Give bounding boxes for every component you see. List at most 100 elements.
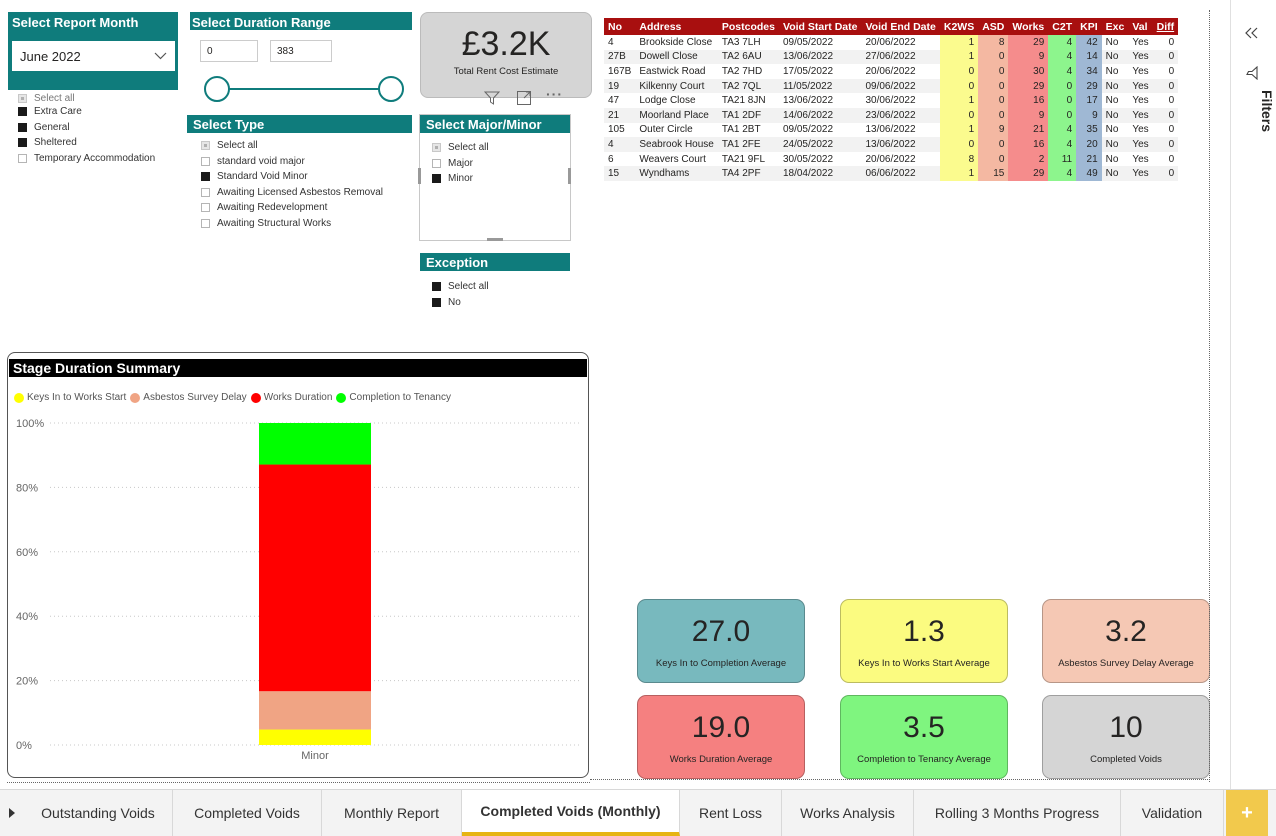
resize-handle-right[interactable] — [568, 168, 571, 184]
cell-kpi: 49 — [1076, 166, 1102, 181]
tab-rolling-3-months[interactable]: Rolling 3 Months Progress — [914, 790, 1121, 836]
bar-segment-keys-in-to-works-start[interactable] — [259, 729, 371, 745]
tab-validation[interactable]: Validation — [1121, 790, 1224, 836]
type-select-all[interactable]: Select all — [201, 138, 383, 154]
tab-rent-loss[interactable]: Rent Loss — [680, 790, 782, 836]
column-header[interactable]: Val — [1128, 18, 1153, 35]
table-row[interactable]: 6 Weavers Court TA21 9FL 30/05/2022 20/06/20… — [604, 151, 1178, 167]
cell-postcode: TA21 9FL — [721, 153, 766, 165]
cell-works: 9 — [1008, 49, 1049, 65]
more-options-icon[interactable]: ··· — [546, 86, 563, 102]
column-header[interactable]: KPI — [1076, 18, 1102, 35]
type-awaiting-redevelopment[interactable]: Awaiting Redevelopment — [201, 200, 383, 216]
checkbox — [432, 282, 441, 292]
filters-label[interactable]: Filters — [1235, 90, 1275, 150]
type-standard-void-minor[interactable]: Standard Void Minor — [201, 169, 383, 185]
checkbox — [432, 297, 441, 307]
focus-mode-icon[interactable] — [516, 90, 532, 106]
table-row[interactable]: 47 Lodge Close TA21 8JN 13/06/2022 30/06/202… — [604, 93, 1178, 108]
column-header[interactable]: Void End Date — [861, 18, 940, 35]
major-option[interactable]: Major — [432, 156, 489, 172]
table-row[interactable]: 105 Outer Circle TA1 2BT 09/05/2022 13/06/20… — [604, 122, 1178, 138]
cell-k2ws: 0 — [939, 64, 979, 79]
type-awaiting-asbestos-removal[interactable]: Awaiting Licensed Asbestos Removal — [201, 185, 383, 201]
works-duration-card[interactable]: 19.0 Works Duration Average — [637, 695, 805, 779]
bar-segment-works-duration[interactable] — [259, 464, 371, 692]
resize-handle-left[interactable] — [418, 168, 421, 184]
table-row[interactable]: 167B Eastwick Road TA2 7HD 17/05/2022 20/06/… — [604, 64, 1178, 79]
column-header[interactable]: Address — [635, 18, 718, 35]
table-row[interactable]: 15 Wyndhams TA4 2PF 18/04/2022 06/06/2022 1 15… — [604, 166, 1179, 181]
major-minor-select-all[interactable]: Select all — [432, 140, 489, 156]
duration-slider-min-handle[interactable] — [204, 76, 230, 102]
canvas-boundary-right — [1209, 10, 1210, 782]
completion-to-tenancy-card[interactable]: 3.5 Completion to Tenancy Average — [840, 695, 1008, 779]
double-chevron-left-icon[interactable] — [1245, 26, 1259, 40]
cell-val: Yes — [1128, 137, 1153, 152]
cell-asd: 0 — [978, 78, 1009, 94]
cell-kpi: 14 — [1076, 49, 1102, 65]
add-page-button[interactable]: + — [1226, 790, 1268, 836]
cell-val: Yes — [1128, 49, 1153, 65]
stage-duration-chart[interactable]: Stage Duration Summary Keys In to Works … — [7, 352, 589, 778]
tab-completed-voids-monthly[interactable]: Completed Voids (Monthly) — [462, 790, 680, 836]
duration-max-input[interactable]: 383 — [270, 40, 332, 62]
tab-completed-voids[interactable]: Completed Voids — [173, 790, 322, 836]
column-header[interactable]: Works — [1008, 18, 1049, 35]
column-header[interactable]: Exc — [1101, 18, 1129, 35]
exception-no[interactable]: No — [432, 295, 489, 311]
table-row[interactable]: 4 Brookside Close TA3 7LH 09/05/2022 20/06/2… — [604, 35, 1178, 50]
page-nav-arrow[interactable] — [0, 790, 24, 836]
type-standard-void-major[interactable]: standard void major — [201, 154, 383, 170]
column-header[interactable]: ASD — [978, 18, 1009, 35]
tab-outstanding-voids[interactable]: Outstanding Voids — [24, 790, 173, 836]
duration-slider-max-handle[interactable] — [378, 76, 404, 102]
kpi-label: Works Duration Average — [669, 754, 773, 765]
category-extra-care[interactable]: Extra Care — [18, 104, 155, 120]
keys-in-to-completion-card[interactable]: 27.0 Keys In to Completion Average — [637, 599, 805, 683]
checkbox — [18, 107, 27, 117]
cell-no: 4 — [608, 36, 614, 48]
cell-kpi: 17 — [1076, 93, 1102, 108]
category-list: Select all Extra Care General Sheltered … — [18, 92, 155, 166]
bar-segment-completion-to-tenancy[interactable] — [259, 423, 371, 465]
tab-monthly-report[interactable]: Monthly Report — [322, 790, 462, 836]
column-header-sorted[interactable]: Diff — [1152, 18, 1179, 35]
plus-icon: + — [1241, 801, 1253, 824]
table-row[interactable]: 19 Kilkenny Court TA2 7QL 11/05/2022 09/06/2… — [604, 78, 1179, 94]
resize-handle-bottom[interactable] — [487, 238, 503, 241]
column-header[interactable]: Postcodes — [717, 18, 779, 35]
rent-cost-card[interactable]: £3.2K Total Rent Cost Estimate — [420, 12, 592, 98]
minor-option[interactable]: Minor — [432, 171, 489, 187]
table-row[interactable]: 27B Dowell Close TA2 6AU 13/06/2022 27/06/20… — [604, 49, 1179, 65]
cell-no: 4 — [604, 137, 636, 152]
category-general[interactable]: General — [18, 120, 155, 136]
report-month-dropdown[interactable]: June 2022 — [12, 41, 175, 71]
asbestos-survey-delay-card[interactable]: 3.2 Asbestos Survey Delay Average — [1042, 599, 1210, 683]
cell-no: 27B — [604, 49, 636, 65]
category-select-all[interactable]: Select all — [18, 92, 155, 104]
filters-pane[interactable]: Filters — [1230, 0, 1276, 789]
column-header[interactable]: C2T — [1048, 18, 1077, 35]
cell-c2t: 4 — [1048, 64, 1077, 79]
keys-in-to-works-start-card[interactable]: 1.3 Keys In to Works Start Average — [840, 599, 1008, 683]
duration-slider-track[interactable] — [214, 88, 390, 90]
tab-works-analysis[interactable]: Works Analysis — [782, 790, 914, 836]
bar-segment-asbestos-survey-delay[interactable] — [259, 691, 371, 730]
table-row[interactable]: 21 Moorland Place TA1 2DF 14/06/2022 23/06/2… — [604, 107, 1179, 123]
category-temporary-accommodation[interactable]: Temporary Accommodation — [18, 151, 155, 167]
column-header[interactable]: K2WS — [939, 18, 979, 35]
cell-void-start: 17/05/2022 — [782, 65, 834, 77]
column-header[interactable]: Void Start Date — [778, 18, 862, 35]
category-sheltered[interactable]: Sheltered — [18, 135, 155, 151]
cell-exc: No — [1105, 95, 1119, 107]
cell-asd: 0 — [978, 64, 1009, 79]
cell-postcode: TA4 2PF — [717, 166, 779, 181]
duration-min-input[interactable]: 0 — [200, 40, 258, 62]
type-awaiting-structural-works[interactable]: Awaiting Structural Works — [201, 216, 383, 232]
filter-icon[interactable] — [484, 90, 500, 106]
exception-select-all[interactable]: Select all — [432, 279, 489, 295]
completed-voids-card[interactable]: 10 Completed Voids — [1042, 695, 1210, 779]
table-row[interactable]: 4 Seabrook House TA1 2FE 24/05/2022 13/06/20… — [604, 137, 1179, 152]
column-header[interactable]: No — [604, 18, 636, 35]
